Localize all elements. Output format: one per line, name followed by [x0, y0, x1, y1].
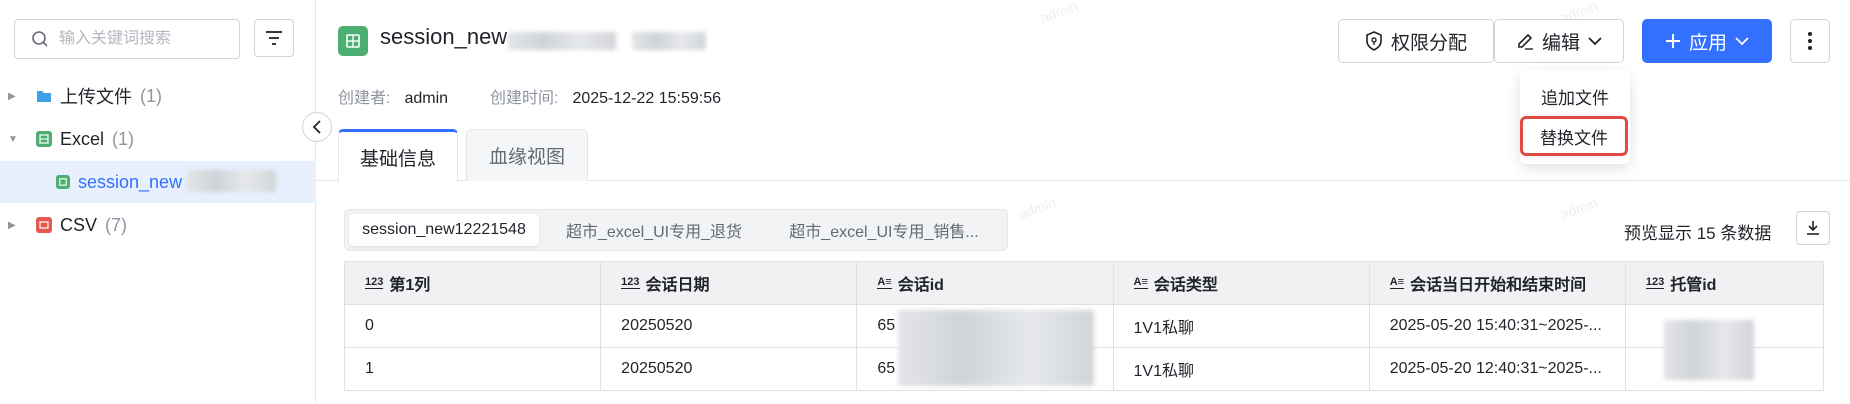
tree-count: (1)	[112, 128, 135, 149]
sheet-tab-active[interactable]: session_new12221548	[349, 214, 539, 246]
excel-icon	[36, 131, 52, 147]
column-header[interactable]: 123 会话日期	[601, 262, 858, 304]
text-type-icon: A≡	[1133, 276, 1148, 289]
edit-button-label: 编辑	[1541, 32, 1580, 54]
pencil-icon	[1518, 33, 1533, 50]
created-time-value: 2025-12-22 15:59:56	[572, 90, 722, 107]
edit-button[interactable]: 编辑	[1494, 19, 1624, 63]
number-type-icon: 123	[1645, 276, 1665, 289]
table-cell: 1V1私聊	[1114, 305, 1370, 347]
search-icon	[32, 31, 48, 47]
tab-lineage-view[interactable]: 血缘视图	[466, 129, 588, 181]
sheet-tab[interactable]: 超市_excel_UI专用_退货	[549, 214, 759, 246]
tree-label: session_new	[78, 171, 183, 192]
redacted-text	[898, 310, 1094, 386]
menu-item-replace-file[interactable]: 替换文件	[1520, 116, 1628, 156]
edit-dropdown-menu: 追加文件 替换文件	[1520, 70, 1630, 164]
text-type-icon: A≡	[1389, 276, 1405, 289]
tree-label: Excel	[60, 128, 105, 149]
chevron-left-icon	[312, 120, 321, 134]
collapse-sidebar-button[interactable]	[302, 112, 332, 142]
apply-button-label: 应用	[1688, 32, 1727, 54]
app: admin admin admin admin ▶ 上传文件 (1) ▼ Exc…	[0, 0, 1850, 404]
sheet-selector: session_new12221548 超市_excel_UI专用_退货 超市_…	[344, 209, 1008, 251]
sidebar: ▶ 上传文件 (1) ▼ Excel (1) session_new ▶	[0, 0, 316, 404]
redacted-text	[1664, 320, 1754, 380]
column-header[interactable]: 123 托管id	[1626, 262, 1823, 304]
caret-right-icon[interactable]: ▶	[8, 220, 20, 231]
preview-count-text: 预览显示 15 条数据	[1624, 224, 1772, 243]
more-button[interactable]	[1790, 19, 1830, 63]
creator-meta: 创建者: admin	[338, 84, 448, 108]
plus-icon	[1665, 34, 1680, 48]
table-cell: 0	[345, 305, 602, 347]
tab-basic-info[interactable]: 基础信息	[338, 129, 458, 182]
column-header[interactable]: A≡ 会话类型	[1114, 262, 1370, 304]
creator-value: admin	[404, 90, 449, 107]
redacted-text	[508, 32, 616, 50]
shield-icon	[1366, 31, 1382, 51]
redacted-text	[186, 170, 276, 192]
table-cell: 1V1私聊	[1114, 348, 1370, 390]
chevron-down-icon	[1735, 37, 1749, 46]
column-header[interactable]: A≡ 会话当日开始和结束时间	[1370, 262, 1626, 304]
download-icon	[1807, 221, 1819, 235]
table-cell: 20250520	[601, 348, 858, 390]
caret-down-icon[interactable]: ▼	[8, 134, 20, 145]
column-header[interactable]: 123 第1列	[345, 262, 602, 304]
table-cell: 20250520	[601, 305, 858, 347]
table-header-row: 123 第1列 123 会话日期 A≡ 会话id A≡ 会话类型 A≡ 会话当日开始和结束…	[345, 262, 1823, 305]
watermark: admin	[1558, 193, 1600, 223]
text-type-icon: A≡	[877, 276, 892, 289]
watermark: admin	[1016, 193, 1058, 223]
caret-right-icon[interactable]: ▶	[8, 91, 20, 102]
sheet-tab[interactable]: 超市_excel_UI专用_销售...	[773, 214, 995, 246]
excel-file-icon	[338, 26, 368, 56]
created-time-label: 创建时间:	[490, 90, 559, 107]
tree-count: (1)	[140, 85, 162, 106]
download-button[interactable]	[1796, 211, 1830, 245]
menu-item-append-file[interactable]: 追加文件	[1520, 76, 1630, 116]
folder-icon	[36, 88, 52, 104]
chevron-down-icon	[1588, 37, 1602, 46]
tree-count: (7)	[105, 214, 128, 235]
more-vertical-icon	[1808, 32, 1812, 50]
tree-label: CSV	[60, 214, 98, 235]
permission-button[interactable]: 权限分配	[1338, 19, 1494, 63]
creator-label: 创建者:	[338, 90, 391, 107]
search-box[interactable]	[14, 19, 240, 59]
redacted-text	[632, 32, 706, 50]
apply-button[interactable]: 应用	[1642, 19, 1772, 63]
permission-button-label: 权限分配	[1390, 32, 1467, 54]
table-cell: 2025-05-20 15:40:31~2025-...	[1370, 305, 1626, 347]
table-cell: 1	[345, 348, 602, 390]
csv-icon	[36, 217, 52, 233]
watermark: admin	[1038, 0, 1080, 27]
filter-icon	[266, 31, 282, 45]
tree-item-uploads[interactable]: ▶ 上传文件 (1)	[0, 75, 316, 117]
number-type-icon: 123	[621, 276, 640, 289]
page-title: session_new	[380, 24, 508, 49]
tree-item-excel[interactable]: ▼ Excel (1)	[0, 118, 316, 160]
excel-sheet-icon	[56, 175, 70, 189]
created-time-meta: 创建时间: 2025-12-22 15:59:56	[490, 84, 721, 108]
column-header[interactable]: A≡ 会话id	[857, 262, 1114, 304]
search-input[interactable]	[59, 30, 229, 48]
filter-button[interactable]	[254, 19, 294, 57]
number-type-icon: 123	[365, 276, 384, 289]
tree-label: 上传文件	[60, 87, 132, 107]
table-cell: 2025-05-20 12:40:31~2025-...	[1370, 348, 1626, 390]
tree-item-csv[interactable]: ▶ CSV (7)	[0, 204, 316, 246]
